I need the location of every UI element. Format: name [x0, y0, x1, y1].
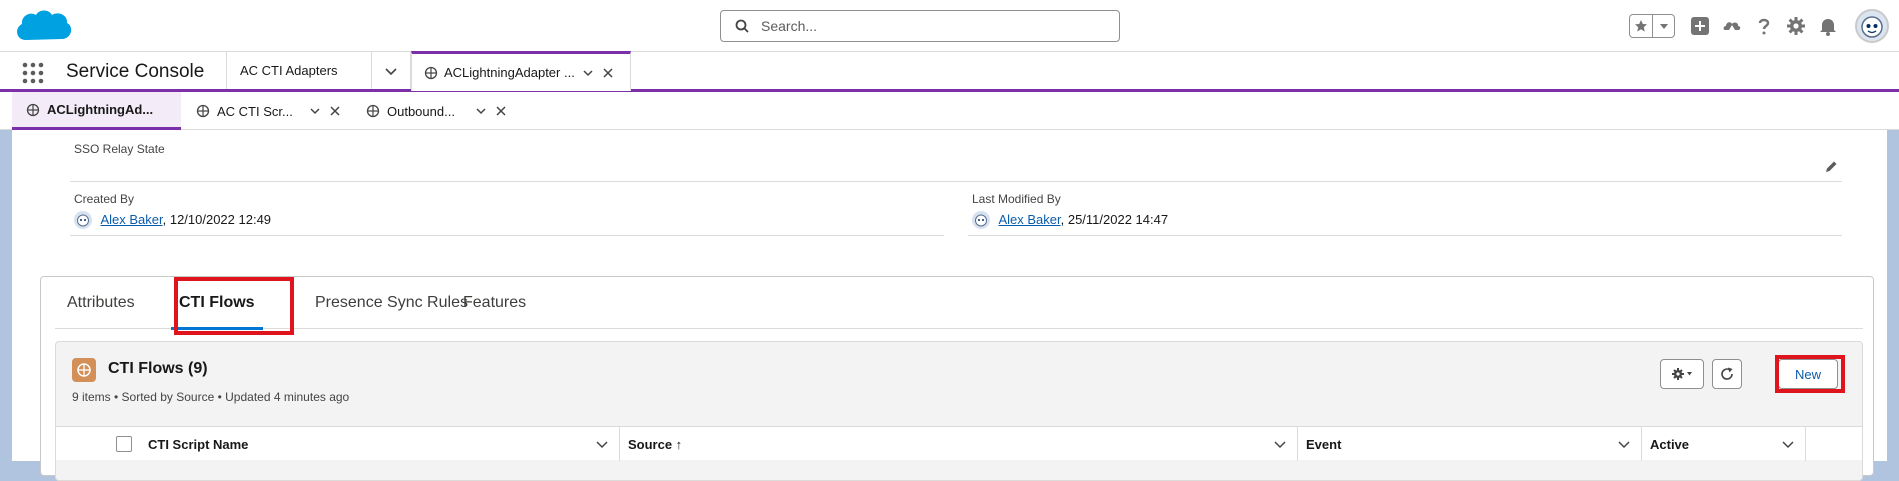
tab-label: Presence Sync Rules: [315, 294, 468, 311]
user-avatar-icon[interactable]: [1855, 9, 1889, 43]
cti-script-icon: [366, 104, 380, 118]
col-event[interactable]: Event: [1298, 427, 1642, 461]
chevron-down-icon[interactable]: [1273, 437, 1287, 451]
chevron-down-icon: [384, 64, 398, 78]
chevron-down-icon[interactable]: [473, 103, 489, 119]
cti-flow-icon: [72, 358, 96, 382]
related-tabs-card: Attributes CTI Flows Presence Sync Rules…: [40, 276, 1874, 481]
tab-presence-sync-rules[interactable]: Presence Sync Rules: [315, 277, 468, 329]
nav-tab-aclightningadapter[interactable]: ACLightningAdapter ...: [411, 51, 631, 91]
setup-gear-icon[interactable]: [1785, 15, 1807, 37]
subtab-aclightningadapter[interactable]: ACLightningAd...: [12, 92, 181, 130]
cti-adapter-icon: [26, 103, 40, 117]
highlight-cti-flows-tab: [174, 277, 294, 335]
col-cti-script-name[interactable]: CTI Script Name: [56, 427, 620, 461]
related-list-title: CTI Flows (9): [108, 360, 208, 377]
column-label: Active: [1650, 436, 1690, 452]
nav-tab-label: AC CTI Adapters: [240, 63, 338, 78]
column-label: Event: [1306, 436, 1342, 452]
global-search[interactable]: [720, 10, 1120, 42]
created-by-field: Created By Alex Baker, 12/10/2022 12:49: [70, 182, 944, 236]
tab-attributes[interactable]: Attributes: [67, 277, 135, 329]
nav-tab-label: ACLightningAdapter ...: [444, 65, 575, 80]
table-header-row: CTI Script Name Source ↑ Event Active: [56, 426, 1862, 461]
chevron-down-icon[interactable]: [1781, 437, 1795, 451]
user-avatar-icon: [972, 211, 990, 229]
global-header: [0, 0, 1899, 52]
refresh-icon: [1720, 367, 1734, 381]
chevron-down-icon[interactable]: [1617, 437, 1631, 451]
console-nav-bar: Service Console AC CTI Adapters ACLightn…: [0, 51, 1899, 92]
cti-script-icon: [196, 104, 210, 118]
column-label: CTI Script Name: [148, 436, 249, 452]
nav-tab-ac-cti-adapters[interactable]: AC CTI Adapters: [226, 52, 371, 89]
column-label: Source ↑: [628, 436, 683, 452]
field-label: Last Modified By: [972, 192, 1061, 206]
close-icon[interactable]: [327, 103, 343, 119]
col-active[interactable]: Active: [1642, 427, 1806, 461]
chevron-down-icon[interactable]: [307, 103, 323, 119]
related-tab-strip: Attributes CTI Flows Presence Sync Rules…: [55, 277, 1863, 330]
list-settings-button[interactable]: [1660, 359, 1704, 389]
subtab-label: AC CTI Scr...: [217, 103, 293, 119]
favorites-dropdown-icon[interactable]: [1652, 15, 1674, 37]
select-all-checkbox[interactable]: [116, 436, 132, 452]
app-launcher-waffle-icon[interactable]: [22, 62, 44, 84]
search-input[interactable]: [759, 17, 1099, 35]
subtab-ac-cti-script[interactable]: AC CTI Scr...: [196, 92, 346, 130]
cti-flows-related-list: CTI Flows (9) 9 items • Sorted by Source…: [55, 341, 1863, 481]
favorites-group: [1629, 14, 1675, 38]
subtab-label: Outbound...: [387, 103, 455, 119]
chevron-down-icon[interactable]: [580, 65, 596, 81]
help-icon[interactable]: [1753, 15, 1775, 37]
modified-by-user-link[interactable]: Alex Baker: [998, 212, 1060, 227]
created-by-date: , 12/10/2022 12:49: [162, 212, 272, 228]
created-by-user-link[interactable]: Alex Baker: [100, 212, 162, 227]
notifications-bell-icon[interactable]: [1817, 15, 1839, 37]
related-list-meta: 9 items • Sorted by Source • Updated 4 m…: [72, 390, 350, 404]
sso-relay-state-field: SSO Relay State: [70, 130, 1842, 182]
edit-pencil-icon[interactable]: [1824, 160, 1838, 174]
close-icon[interactable]: [493, 103, 509, 119]
favorites-star-icon[interactable]: [1630, 15, 1652, 37]
header-actions: [1629, 0, 1899, 52]
modified-by-date: , 25/11/2022 14:47: [1060, 212, 1169, 228]
nav-tab-dropdown[interactable]: [371, 52, 411, 89]
cti-adapter-icon: [424, 66, 438, 80]
trailhead-icon[interactable]: [1721, 15, 1743, 37]
highlight-new-button: [1775, 355, 1845, 393]
last-modified-by-field: Last Modified By Alex Baker, 25/11/2022 …: [968, 182, 1842, 236]
field-label: Created By: [74, 192, 135, 206]
chevron-down-icon[interactable]: [595, 437, 609, 451]
salesforce-logo-icon[interactable]: [12, 6, 74, 48]
field-label: SSO Relay State: [74, 142, 165, 156]
record-detail: SSO Relay State Created By Alex Baker, 1…: [12, 130, 1887, 481]
tab-label: Features: [463, 294, 527, 311]
search-icon: [735, 19, 749, 33]
subtab-outbound[interactable]: Outbound...: [366, 92, 516, 130]
close-icon[interactable]: [600, 65, 616, 81]
app-name: Service Console: [66, 61, 205, 82]
user-avatar-icon: [74, 211, 92, 229]
tab-features[interactable]: Features: [463, 277, 526, 329]
global-actions-plus-icon[interactable]: [1689, 15, 1711, 37]
refresh-button[interactable]: [1712, 359, 1742, 389]
tab-label: Attributes: [67, 294, 135, 311]
subtab-bar: ACLightningAd... AC CTI Scr... Outbound.…: [0, 92, 1899, 130]
subtab-label: ACLightningAd...: [47, 102, 154, 117]
col-source[interactable]: Source ↑: [620, 427, 1298, 461]
